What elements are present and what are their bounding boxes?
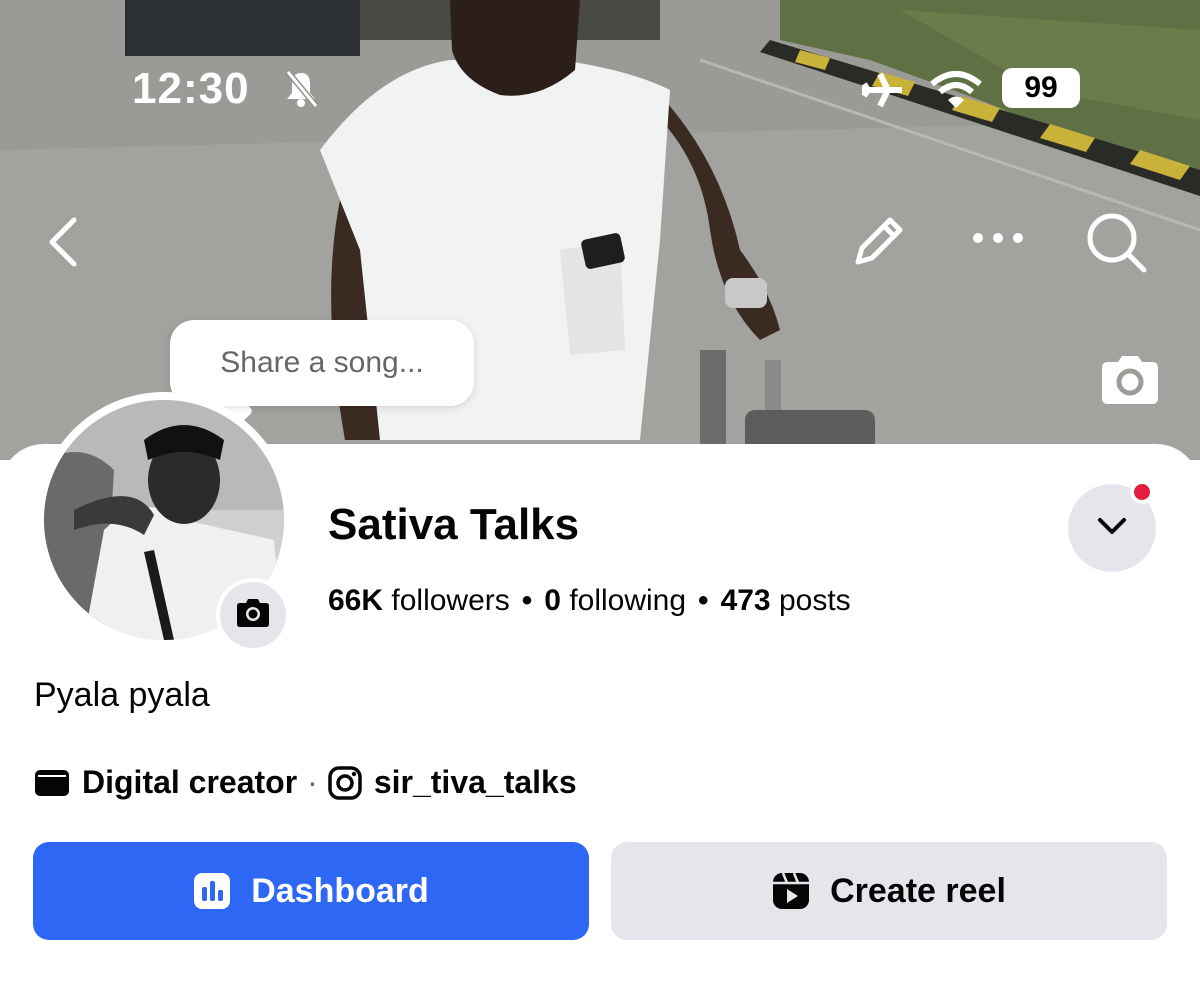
- bio-text: Pyala pyala: [34, 676, 210, 714]
- dashboard-label: Dashboard: [251, 871, 429, 910]
- meta-separator: ·: [307, 764, 318, 800]
- following-count[interactable]: 0: [544, 584, 561, 617]
- instagram-icon: [328, 765, 362, 800]
- create-reel-button[interactable]: Create reel: [611, 842, 1167, 940]
- cover-camera-icon[interactable]: [1098, 354, 1162, 406]
- battery-level: 99: [1002, 68, 1080, 108]
- reel-icon: [772, 872, 810, 910]
- posts-label: posts: [778, 584, 851, 617]
- status-time: 12:30: [132, 64, 250, 113]
- camera-icon: [235, 598, 271, 633]
- profile-stats: 66K followers • 0 following • 473 posts: [328, 584, 851, 618]
- following-label[interactable]: following: [569, 584, 686, 617]
- bar-chart-icon: [193, 872, 231, 910]
- share-song-bubble[interactable]: Share a song...: [170, 320, 474, 406]
- notification-dot: [1130, 480, 1154, 504]
- posts-count: 473: [720, 584, 771, 617]
- dashboard-button[interactable]: Dashboard: [33, 842, 589, 940]
- create-reel-label: Create reel: [830, 871, 1006, 910]
- stats-separator: •: [698, 584, 709, 617]
- page-name: Sativa Talks: [328, 500, 580, 549]
- chevron-down-icon: [1097, 517, 1127, 540]
- followers-label[interactable]: followers: [391, 584, 509, 617]
- stats-separator: •: [521, 584, 533, 617]
- clapperboard-icon: [34, 768, 70, 798]
- instagram-handle-link[interactable]: sir_tiva_talks: [374, 764, 577, 801]
- profile-meta: Digital creator · sir_tiva_talks: [34, 764, 577, 801]
- avatar-camera-button[interactable]: [216, 578, 290, 652]
- category-label: Digital creator: [82, 764, 298, 800]
- followers-count[interactable]: 66K: [328, 584, 383, 617]
